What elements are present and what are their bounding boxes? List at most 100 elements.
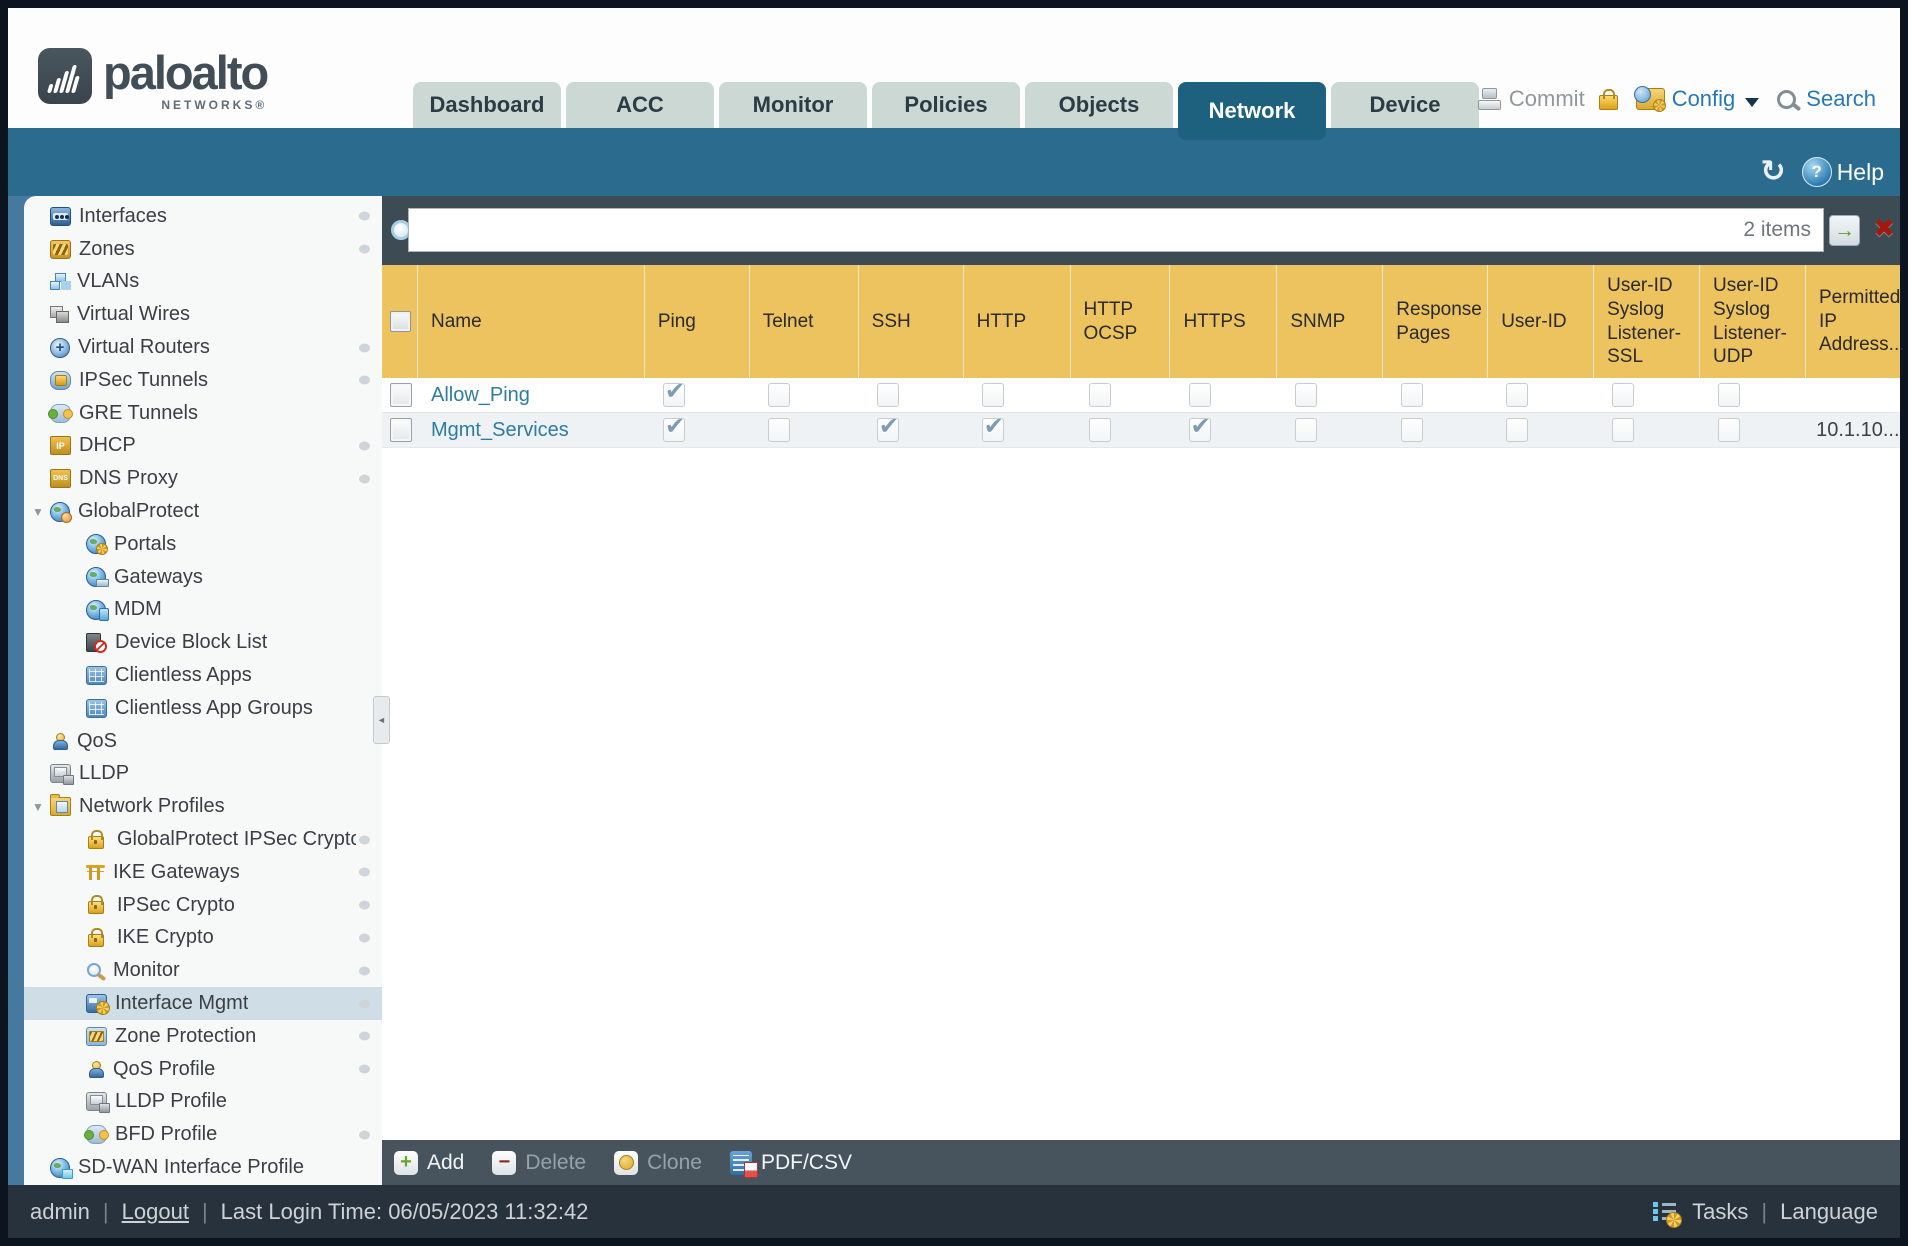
tab-acc[interactable]: ACC bbox=[566, 82, 714, 128]
sidebar-item-interfaces[interactable]: Interfaces bbox=[24, 200, 382, 233]
virtual-routers-icon bbox=[50, 337, 70, 358]
sidebar-item-ipsec-crypto[interactable]: IPSec Crypto bbox=[24, 889, 382, 922]
sidebar-item-gateways[interactable]: Gateways bbox=[24, 561, 382, 594]
help-icon: ? bbox=[1801, 157, 1832, 187]
expander-icon[interactable]: ▼ bbox=[32, 800, 44, 814]
tab-monitor[interactable]: Monitor bbox=[719, 82, 867, 128]
sidebar-item-clientless-app-groups[interactable]: Clientless App Groups bbox=[24, 692, 382, 725]
col-user-id[interactable]: User-ID bbox=[1488, 265, 1595, 378]
sidebar-collapse-handle[interactable]: ◄ bbox=[373, 696, 390, 744]
user-id-syslog-listener-ssl-check-indicator bbox=[1612, 418, 1635, 442]
sidebar-item-clientless-apps[interactable]: Clientless Apps bbox=[24, 659, 382, 692]
snmp-check-indicator bbox=[1295, 383, 1318, 407]
tab-network[interactable]: Network bbox=[1178, 82, 1326, 140]
sidebar-item-zones[interactable]: Zones bbox=[24, 233, 382, 266]
http-check-indicator bbox=[981, 412, 1004, 442]
row-name-link[interactable]: Allow_Ping bbox=[431, 384, 530, 407]
network-profiles-icon bbox=[50, 794, 71, 817]
language-button[interactable]: Language bbox=[1780, 1199, 1878, 1225]
col-user-id-syslog-listener-ssl[interactable]: User-ID Syslog Listener-SSL bbox=[1594, 265, 1701, 378]
sidebar-item-gre-tunnels[interactable]: GRE Tunnels bbox=[24, 397, 382, 430]
sidebar-item-ipsec-tunnels[interactable]: IPSec Tunnels bbox=[24, 364, 382, 397]
sidebar-item-mdm[interactable]: MDM bbox=[24, 594, 382, 627]
sidebar-item-globalprotect[interactable]: ▼ GlobalProtect bbox=[24, 495, 382, 528]
col-user-id-syslog-listener-udp[interactable]: User-ID Syslog Listener-UDP bbox=[1700, 265, 1806, 378]
row-checkbox[interactable] bbox=[390, 383, 412, 407]
expander-icon[interactable]: ▼ bbox=[32, 505, 44, 519]
sidebar-item-network-profiles[interactable]: ▼ Network Profiles bbox=[24, 790, 382, 823]
cell-name: Mgmt_Services bbox=[418, 413, 645, 447]
tab-dashboard[interactable]: Dashboard bbox=[413, 82, 561, 128]
column-label: HTTPS bbox=[1183, 310, 1246, 332]
sidebar-item-vlans[interactable]: VLANs bbox=[24, 266, 382, 299]
col-telnet[interactable]: Telnet bbox=[750, 265, 859, 378]
refresh-icon[interactable]: ↻ bbox=[1761, 157, 1786, 187]
global-search-button[interactable]: Search bbox=[1777, 86, 1876, 112]
tab-objects[interactable]: Objects bbox=[1025, 82, 1173, 128]
clear-filter-button[interactable]: ✖ bbox=[1873, 213, 1895, 244]
sidebar-item-qos[interactable]: QoS bbox=[24, 725, 382, 758]
sidebar-item-ike-crypto[interactable]: IKE Crypto bbox=[24, 922, 382, 955]
sidebar-item-interface-mgmt[interactable]: Interface Mgmt bbox=[24, 987, 382, 1020]
sidebar-item-virtual-wires[interactable]: Virtual Wires bbox=[24, 298, 382, 331]
user-id-check-indicator bbox=[1506, 383, 1529, 407]
row-checkbox[interactable] bbox=[390, 418, 412, 442]
logout-link[interactable]: Logout bbox=[122, 1199, 189, 1225]
col-https[interactable]: HTTPS bbox=[1170, 265, 1278, 378]
cell-permitted-ip bbox=[1806, 378, 1900, 412]
cell-select bbox=[382, 378, 418, 412]
item-dot bbox=[359, 867, 370, 877]
sidebar-item-zone-protection[interactable]: Zone Protection bbox=[24, 1020, 382, 1053]
sidebar-item-ike-gateways[interactable]: IKE Gateways bbox=[24, 856, 382, 889]
sidebar-item-label: Virtual Wires bbox=[77, 303, 190, 326]
sidebar-item-dhcp[interactable]: DHCP bbox=[24, 430, 382, 463]
apply-filter-button[interactable]: → bbox=[1829, 215, 1860, 246]
lock-icon[interactable] bbox=[1598, 88, 1618, 110]
sidebar-item-globalprotect-ipsec-crypto[interactable]: GlobalProtect IPSec Crypto bbox=[24, 823, 382, 856]
col-name[interactable]: Name bbox=[418, 265, 645, 378]
col-response-pages[interactable]: Response Pages bbox=[1383, 265, 1489, 378]
sidebar-item-portals[interactable]: Portals bbox=[24, 528, 382, 561]
tasks-button[interactable]: Tasks bbox=[1692, 1199, 1748, 1225]
col-ping[interactable]: Ping bbox=[645, 265, 750, 378]
column-label: Telnet bbox=[762, 310, 814, 332]
cell-user-id-syslog-listener-ssl bbox=[1594, 378, 1700, 412]
monitor-icon bbox=[86, 962, 105, 979]
sidebar-item-sd-wan-interface-profile[interactable]: SD-WAN Interface Profile bbox=[24, 1151, 382, 1184]
sidebar-item-qos-profile[interactable]: QoS Profile bbox=[24, 1053, 382, 1086]
commit-icon bbox=[1477, 88, 1502, 110]
sidebar-item-virtual-routers[interactable]: Virtual Routers bbox=[24, 331, 382, 364]
item-dot bbox=[359, 244, 370, 254]
config-menu-button[interactable]: Config bbox=[1633, 86, 1760, 112]
col-snmp[interactable]: SNMP bbox=[1277, 265, 1384, 378]
delete-icon: − bbox=[492, 1150, 517, 1175]
col-ssh[interactable]: SSH bbox=[859, 265, 964, 378]
sidebar-item-lldp[interactable]: LLDP bbox=[24, 758, 382, 791]
app-window: paloalto NETWORKS® Dashboard ACC Monitor Po… bbox=[8, 8, 1905, 1238]
filter-input[interactable] bbox=[415, 209, 1693, 251]
col-http-ocsp[interactable]: HTTP OCSP bbox=[1071, 265, 1171, 378]
commit-button[interactable]: Commit bbox=[1477, 86, 1585, 112]
sidebar-item-label: MDM bbox=[114, 598, 162, 621]
pdf-csv-button[interactable]: PDF/CSV bbox=[729, 1150, 852, 1178]
delete-button: − Delete bbox=[492, 1150, 586, 1175]
sidebar-item-label: VLANs bbox=[77, 270, 140, 293]
sidebar-item-bfd-profile[interactable]: BFD Profile bbox=[24, 1118, 382, 1151]
cell-telnet bbox=[750, 413, 859, 447]
tab-device[interactable]: Device bbox=[1331, 82, 1479, 128]
add-button[interactable]: + Add bbox=[394, 1150, 464, 1175]
tab-policies[interactable]: Policies bbox=[872, 82, 1020, 128]
sidebar-item-monitor[interactable]: Monitor bbox=[24, 954, 382, 987]
sidebar-item-lldp-profile[interactable]: LLDP Profile bbox=[24, 1086, 382, 1119]
lldp-profile-icon bbox=[86, 1092, 110, 1114]
col-http[interactable]: HTTP bbox=[964, 265, 1071, 378]
row-name-link[interactable]: Mgmt_Services bbox=[431, 419, 569, 442]
select-all-checkbox[interactable] bbox=[390, 311, 411, 332]
clone-disc-icon bbox=[618, 1155, 634, 1170]
cell-user-id-syslog-listener-ssl bbox=[1594, 413, 1700, 447]
sidebar-item-device-block-list[interactable]: Device Block List bbox=[24, 626, 382, 659]
sidebar: Interfaces Zones VLANs Virtual Wires Virtual… bbox=[8, 196, 382, 1185]
help-button[interactable]: ? Help bbox=[1801, 157, 1884, 187]
col-permitted-ip-address[interactable]: Permitted IP Address... bbox=[1806, 265, 1905, 378]
sidebar-item-dns-proxy[interactable]: DNS Proxy bbox=[24, 462, 382, 495]
